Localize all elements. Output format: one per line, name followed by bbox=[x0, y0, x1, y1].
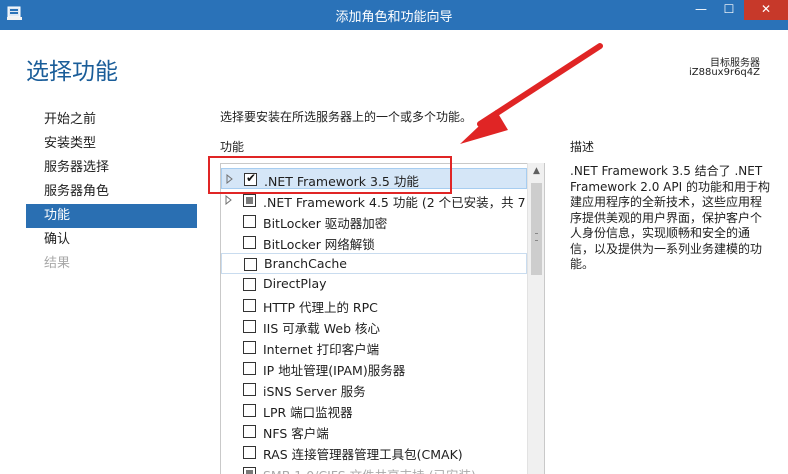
maximize-button[interactable]: ☐ bbox=[716, 0, 742, 20]
nav-item-features[interactable]: 功能 bbox=[26, 204, 197, 228]
nav-item-server-roles[interactable]: 服务器角色 bbox=[26, 180, 197, 204]
title-bar: 添加角色和功能向导 — ☐ ✕ bbox=[0, 0, 788, 30]
feature-row[interactable]: DirectPlay bbox=[221, 274, 527, 295]
page-title: 选择功能 bbox=[26, 59, 118, 85]
feature-row[interactable]: LPR 端口监视器 bbox=[221, 400, 527, 421]
feature-label: Internet 打印客户端 bbox=[263, 342, 380, 357]
feature-label: BranchCache bbox=[264, 256, 347, 271]
feature-label: HTTP 代理上的 RPC bbox=[263, 300, 378, 315]
nav-item-before-you-begin[interactable]: 开始之前 bbox=[26, 108, 197, 132]
nav-item-installation-type[interactable]: 安装类型 bbox=[26, 132, 197, 156]
feature-checkbox[interactable] bbox=[243, 236, 256, 249]
features-heading: 功能 bbox=[220, 140, 245, 154]
feature-checkbox[interactable] bbox=[243, 215, 256, 228]
nav-item-confirmation[interactable]: 确认 bbox=[26, 228, 197, 252]
features-scrollbar[interactable]: ▲ bbox=[527, 163, 544, 474]
wizard-nav: 开始之前 安装类型 服务器选择 服务器角色 功能 确认 结果 bbox=[26, 108, 197, 276]
minimize-button[interactable]: — bbox=[688, 0, 714, 20]
destination-server-value: iZ88ux9r6q4Z bbox=[688, 67, 760, 78]
feature-label: IIS 可承载 Web 核心 bbox=[263, 321, 380, 336]
annotation-arrow-icon bbox=[460, 43, 603, 144]
feature-label: BitLocker 网络解锁 bbox=[263, 237, 375, 252]
feature-label: BitLocker 驱动器加密 bbox=[263, 216, 388, 231]
feature-checkbox[interactable] bbox=[243, 299, 256, 312]
feature-checkbox[interactable] bbox=[243, 362, 256, 375]
feature-label: DirectPlay bbox=[263, 276, 327, 291]
feature-checkbox[interactable] bbox=[243, 446, 256, 459]
feature-label: LPR 端口监视器 bbox=[263, 405, 353, 420]
feature-label: .NET Framework 4.5 功能 (2 个已安装，共 7 个) bbox=[263, 195, 545, 210]
feature-row[interactable]: RAS 连接管理器管理工具包(CMAK) bbox=[221, 442, 527, 463]
feature-label: IP 地址管理(IPAM)服务器 bbox=[263, 363, 406, 378]
feature-checkbox[interactable] bbox=[243, 425, 256, 438]
feature-checkbox[interactable] bbox=[243, 194, 256, 207]
feature-checkbox[interactable] bbox=[243, 383, 256, 396]
feature-label: NFS 客户端 bbox=[263, 426, 329, 441]
feature-checkbox[interactable] bbox=[243, 320, 256, 333]
window-title: 添加角色和功能向导 bbox=[335, 10, 453, 25]
feature-checkbox[interactable] bbox=[243, 278, 256, 291]
features-list[interactable]: .NET Framework 3.5 功能 .NET Framework 4.5… bbox=[220, 163, 545, 474]
feature-label: iSNS Server 服务 bbox=[263, 384, 366, 399]
feature-checkbox[interactable] bbox=[244, 258, 257, 271]
annotation-highlight-box bbox=[208, 156, 452, 194]
feature-checkbox[interactable] bbox=[243, 404, 256, 417]
feature-row[interactable]: HTTP 代理上的 RPC bbox=[221, 295, 527, 316]
feature-label: SMB 1.0/CIFS 文件共享支持 (已安装) bbox=[263, 465, 476, 474]
instruction-text: 选择要安装在所选服务器上的一个或多个功能。 bbox=[220, 110, 473, 124]
feature-checkbox[interactable] bbox=[243, 467, 256, 474]
scroll-up-arrow-icon[interactable]: ▲ bbox=[528, 163, 545, 180]
description-text: .NET Framework 3.5 结合了 .NET Framework 2.… bbox=[570, 164, 770, 271]
feature-row[interactable]: BitLocker 网络解锁 bbox=[221, 232, 527, 253]
feature-row[interactable]: BranchCache bbox=[221, 253, 527, 274]
feature-row[interactable]: Internet 打印客户端 bbox=[221, 337, 527, 358]
scrollbar-thumb[interactable] bbox=[531, 183, 542, 275]
feature-row[interactable]: SMB 1.0/CIFS 文件共享支持 (已安装) bbox=[221, 463, 527, 474]
feature-row[interactable]: NFS 客户端 bbox=[221, 421, 527, 442]
feature-row[interactable]: iSNS Server 服务 bbox=[221, 379, 527, 400]
scrollbar-grip-icon bbox=[535, 233, 538, 241]
nav-item-results: 结果 bbox=[44, 256, 71, 271]
feature-row[interactable]: IP 地址管理(IPAM)服务器 bbox=[221, 358, 527, 379]
close-button[interactable]: ✕ bbox=[744, 0, 788, 20]
feature-label: RAS 连接管理器管理工具包(CMAK) bbox=[263, 447, 463, 462]
expand-arrow-icon[interactable] bbox=[225, 195, 233, 205]
feature-row[interactable]: BitLocker 驱动器加密 bbox=[221, 211, 527, 232]
feature-checkbox[interactable] bbox=[243, 341, 256, 354]
nav-item-server-selection[interactable]: 服务器选择 bbox=[26, 156, 197, 180]
feature-row[interactable]: IIS 可承载 Web 核心 bbox=[221, 316, 527, 337]
